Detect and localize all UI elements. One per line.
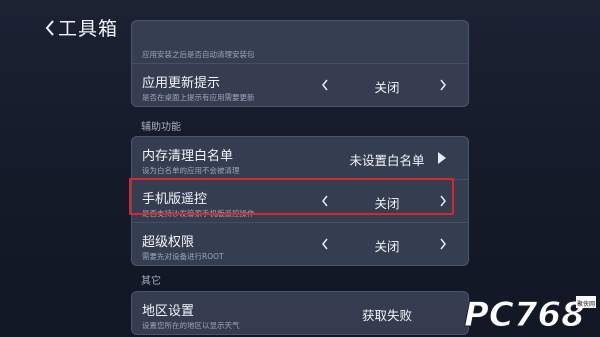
setting-description: 是否在桌面上提示有应用需要更新: [142, 93, 255, 102]
setting-label: 超级权限: [142, 235, 195, 250]
svg-text:PC768: PC768: [464, 295, 585, 334]
setting-label: 手机版遥控: [142, 192, 208, 207]
setting-value: 关闭: [374, 80, 400, 95]
chevron-left-icon: [45, 19, 54, 36]
setting-description: 设置您所在的地区以显示天气: [142, 321, 240, 330]
pc768-watermark-logo: PC768 聚侠网: [464, 295, 596, 334]
section-title-helper: 辅助功能: [141, 122, 181, 133]
setting-label: 内存清理白名单: [142, 149, 234, 164]
chevron-right-icon[interactable]: [438, 194, 448, 208]
setting-description: 设为白名单的应用不会被清理: [142, 166, 240, 175]
settings-card-top: 应用安装之后是否自动清理安装包 应用更新提示 是否在桌面上提示有应用需要更新 关…: [131, 20, 469, 107]
setting-row-region[interactable]: 地区设置 设置您所在的地区以显示天气 获取失败: [132, 292, 468, 334]
setting-label: 地区设置: [142, 304, 195, 319]
chevron-right-icon[interactable]: [438, 78, 448, 92]
settings-card-other: 地区设置 设置您所在的地区以显示天气 获取失败: [131, 291, 469, 335]
setting-value: 未设置白名单: [349, 153, 425, 168]
setting-value: 获取失败: [361, 308, 412, 323]
play-arrow-icon[interactable]: [438, 152, 446, 164]
setting-description: 需要先对设备进行ROOT: [142, 252, 224, 261]
setting-description: 是否支持沙发管家手机版遥控操作: [142, 209, 255, 218]
setting-row-whitelist[interactable]: 内存清理白名单 设为白名单的应用不会被清理 未设置白名单: [132, 137, 468, 180]
chevron-left-icon[interactable]: [320, 78, 330, 92]
setting-description: 应用安装之后是否自动清理安装包: [142, 50, 255, 59]
chevron-left-icon[interactable]: [320, 237, 330, 251]
svg-text:聚侠网: 聚侠网: [577, 300, 595, 308]
setting-row-auto-clean[interactable]: 应用安装之后是否自动清理安装包: [132, 21, 468, 64]
setting-row-root[interactable]: 超级权限 需要先对设备进行ROOT 关闭: [132, 223, 468, 265]
back-button[interactable]: 工具箱: [44, 14, 118, 41]
page-title: 工具箱: [58, 18, 119, 40]
setting-row-update-notice[interactable]: 应用更新提示 是否在桌面上提示有应用需要更新 关闭: [132, 64, 468, 106]
chevron-right-icon[interactable]: [438, 237, 448, 251]
setting-value: 关闭: [374, 239, 400, 254]
setting-value: 关闭: [374, 196, 400, 211]
settings-card-helper: 内存清理白名单 设为白名单的应用不会被清理 未设置白名单 手机版遥控 是否支持沙…: [131, 136, 469, 266]
setting-label: 应用更新提示: [142, 76, 221, 91]
chevron-left-icon[interactable]: [320, 194, 330, 208]
setting-row-phone-remote[interactable]: 手机版遥控 是否支持沙发管家手机版遥控操作 关闭: [132, 180, 468, 223]
section-title-other: 其它: [141, 276, 161, 287]
